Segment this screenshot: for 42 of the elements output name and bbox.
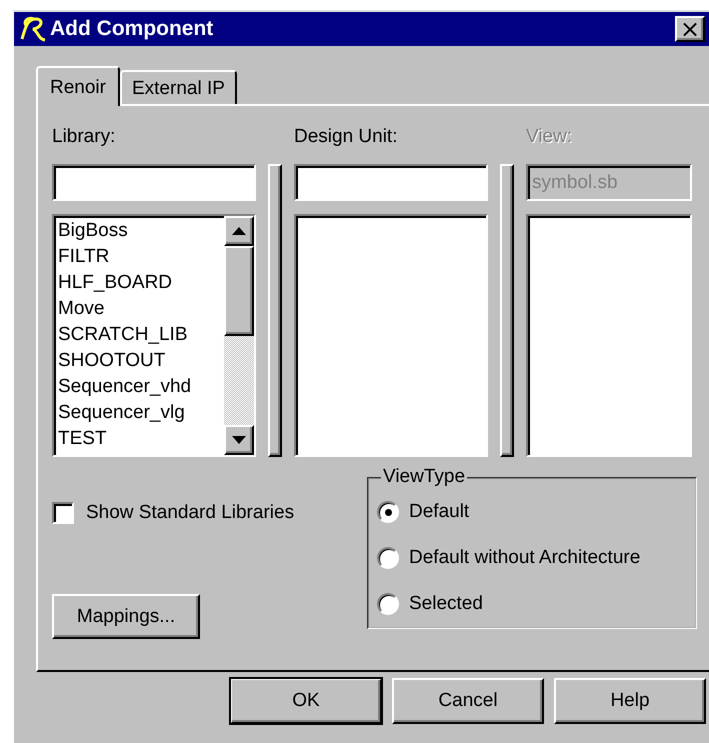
radio-button[interactable] <box>377 501 399 523</box>
list-box[interactable] <box>294 214 488 457</box>
radio-label: Selected <box>409 593 483 615</box>
mappings-button[interactable]: Mappings... <box>52 594 200 639</box>
splitter[interactable] <box>268 164 282 457</box>
column-label: View: <box>526 126 574 148</box>
scroll-down-button[interactable] <box>224 425 254 455</box>
list-item[interactable]: SCRATCH_LIB <box>58 322 220 348</box>
app-logo-icon <box>18 15 48 43</box>
list-item[interactable]: HLF_BOARD <box>58 270 220 296</box>
checkbox-label: Show Standard Libraries <box>86 502 294 524</box>
down-arrow-icon <box>232 436 246 444</box>
close-button[interactable]: × <box>675 16 705 42</box>
radio-button[interactable] <box>377 593 399 615</box>
list-item[interactable]: Move <box>58 296 220 322</box>
list-item[interactable]: Sequencer_vhd <box>58 374 220 400</box>
column-label: Library: <box>52 126 116 148</box>
radio-label: Default <box>409 501 470 523</box>
dialog-button[interactable]: Help <box>554 678 706 724</box>
show-standard-libraries-checkbox[interactable] <box>52 502 74 524</box>
radio-button[interactable] <box>377 547 399 569</box>
list-item[interactable]: Sequencer_vlg <box>58 400 220 426</box>
dialog-button[interactable]: Cancel <box>392 678 544 724</box>
list-box[interactable] <box>526 214 692 457</box>
list-item[interactable]: BigBoss <box>58 218 220 244</box>
tab[interactable]: External IP <box>120 70 237 104</box>
splitter[interactable] <box>500 164 514 457</box>
window-title: Add Component <box>50 17 214 41</box>
list-item[interactable]: TEST <box>58 426 220 452</box>
library-list[interactable]: BigBoss FILTR HLF_BOARD Move SCRATCH_LIB SHOOTOUT Sequencer_vhd Sequencer_vlg TEST <box>52 214 256 457</box>
dialog-button[interactable]: OK <box>230 678 382 724</box>
list-item[interactable]: SHOOTOUT <box>58 348 220 374</box>
input-field[interactable] <box>294 164 488 201</box>
list-item[interactable]: FILTR <box>58 244 220 270</box>
scroll-thumb[interactable] <box>224 246 254 336</box>
up-arrow-icon <box>232 227 246 235</box>
column-label: Design Unit: <box>294 126 398 148</box>
tab[interactable]: Renoir <box>36 66 120 106</box>
group-title: ViewType <box>381 466 468 488</box>
radio-label: Default without Architecture <box>409 547 640 569</box>
input-field[interactable] <box>52 164 256 201</box>
scroll-up-button[interactable] <box>224 216 254 246</box>
